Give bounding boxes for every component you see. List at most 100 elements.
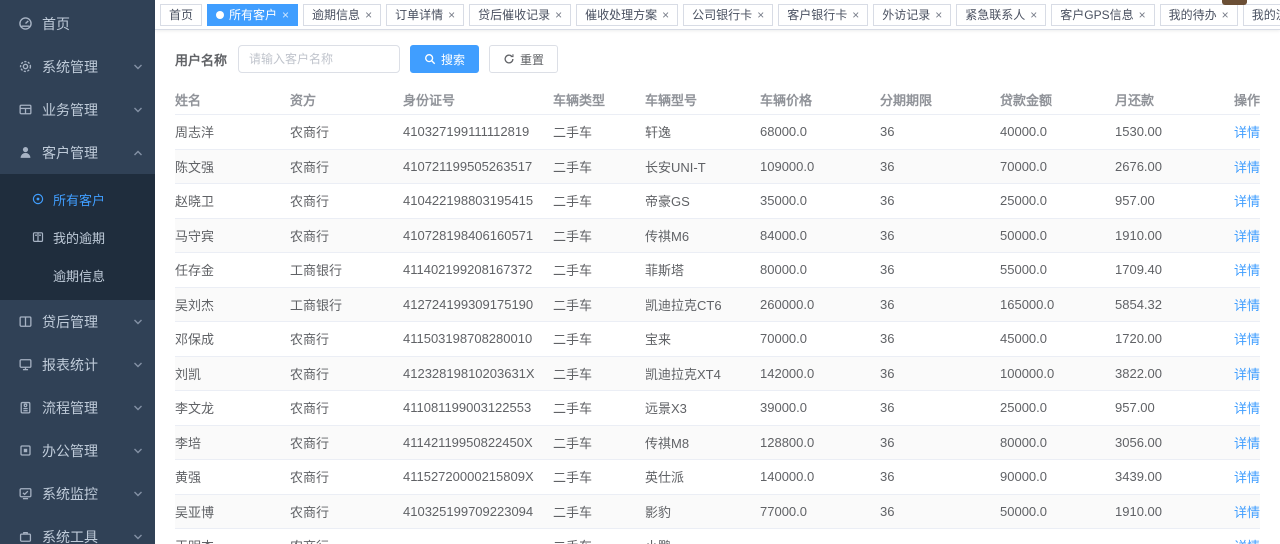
tab-emergency-contact[interactable]: 紧急联系人 × xyxy=(956,4,1046,26)
close-icon[interactable]: × xyxy=(935,9,942,21)
cell-vehicle-price: 80000.0 xyxy=(760,253,880,288)
customer-name-input[interactable] xyxy=(238,45,400,73)
tab-home[interactable]: 首页 xyxy=(160,4,202,26)
avatar[interactable] xyxy=(1222,0,1247,5)
close-icon[interactable]: × xyxy=(757,9,764,21)
search-label: 用户名称 xyxy=(175,50,227,69)
tab-label: 客户银行卡 xyxy=(787,6,847,23)
cell-funder: 农商行 xyxy=(290,322,403,357)
cell-monthly-payment: 3056.00 xyxy=(1115,426,1220,461)
cell-id-number: 411503198708280010 xyxy=(403,322,553,357)
sidebar-item-flow[interactable]: 流程管理 xyxy=(0,386,155,429)
cell-vehicle-price: 142000.0 xyxy=(760,357,880,392)
detail-link[interactable]: 详情 xyxy=(1234,332,1260,347)
overdue-icon xyxy=(31,230,45,244)
cell-loan-amount: 90000.0 xyxy=(1000,460,1115,495)
detail-link[interactable]: 详情 xyxy=(1234,505,1260,520)
close-icon[interactable]: × xyxy=(662,9,669,21)
cell-vehicle-type: 二手车 xyxy=(553,460,645,495)
chevron-down-icon xyxy=(133,105,143,115)
cell-vehicle-price xyxy=(760,529,880,544)
detail-link[interactable]: 详情 xyxy=(1234,263,1260,278)
sidebar-item-business[interactable]: 业务管理 xyxy=(0,88,155,131)
column-header: 分期期限 xyxy=(880,85,1000,115)
table-row: 刘凯农商行41232819810203631X二手车凯迪拉克XT4142000.… xyxy=(175,357,1260,392)
detail-link[interactable]: 详情 xyxy=(1234,539,1260,544)
tab-overdue-info[interactable]: 逾期信息× xyxy=(303,4,381,26)
sidebar-item-customer[interactable]: 客户管理 xyxy=(0,131,155,174)
tab-my-todo[interactable]: 我的待办× xyxy=(1160,4,1238,26)
cell-vehicle-type: 二手车 xyxy=(553,357,645,392)
close-icon[interactable]: × xyxy=(852,9,859,21)
chevron-down-icon xyxy=(133,360,143,370)
close-icon[interactable]: × xyxy=(448,9,455,21)
sidebar-item-home[interactable]: 首页 xyxy=(0,2,155,45)
cell-name: 马守宾 xyxy=(175,219,290,254)
close-icon[interactable]: × xyxy=(282,9,289,21)
detail-link[interactable]: 详情 xyxy=(1234,470,1260,485)
customer-table-wrap: 姓名资方身份证号车辆类型车辆型号车辆价格分期期限贷款金额月还款操作 周志洋农商行… xyxy=(155,85,1280,544)
tab-label: 紧急联系人 xyxy=(965,6,1025,23)
tab-collection-plan[interactable]: 催收处理方案× xyxy=(576,4,678,26)
reset-button[interactable]: 重置 xyxy=(489,45,558,73)
cell-actions: 详情 xyxy=(1220,253,1260,288)
loan-icon xyxy=(18,314,33,329)
tab-customer-gps[interactable]: 客户GPS信息× xyxy=(1051,4,1154,26)
tab-visit-record[interactable]: 外访记录× xyxy=(873,4,951,26)
sidebar-item-system[interactable]: 系统管理 xyxy=(0,45,155,88)
detail-link[interactable]: 详情 xyxy=(1234,125,1260,140)
cell-loan-amount: 80000.0 xyxy=(1000,426,1115,461)
cell-funder: 农商行 xyxy=(290,460,403,495)
close-icon[interactable]: × xyxy=(365,9,372,21)
sidebar-item-tools[interactable]: 系统工具 xyxy=(0,515,155,544)
tab-label: 所有客户 xyxy=(229,6,277,23)
close-icon[interactable]: × xyxy=(555,9,562,21)
content: 用户名称 搜索 重置 xyxy=(155,30,1280,544)
sidebar-item-monitor[interactable]: 系统监控 xyxy=(0,472,155,515)
sidebar-item-report[interactable]: 报表统计 xyxy=(0,343,155,386)
detail-link[interactable]: 详情 xyxy=(1234,401,1260,416)
detail-link[interactable]: 详情 xyxy=(1234,194,1260,209)
cell-actions: 详情 xyxy=(1220,495,1260,530)
cell-funder: 农商行 xyxy=(290,495,403,530)
sidebar-item-my-overdue[interactable]: 我的逾期 xyxy=(0,218,155,256)
detail-link[interactable]: 详情 xyxy=(1234,229,1260,244)
detail-link[interactable]: 详情 xyxy=(1234,160,1260,175)
cell-actions: 详情 xyxy=(1220,184,1260,219)
sidebar-item-office[interactable]: 办公管理 xyxy=(0,429,155,472)
sidebar-item-post-loan[interactable]: 贷后管理 xyxy=(0,300,155,343)
column-header: 车辆价格 xyxy=(760,85,880,115)
cell-periods: 36 xyxy=(880,322,1000,357)
tab-all-customers[interactable]: 所有客户 × xyxy=(207,4,298,26)
search-button[interactable]: 搜索 xyxy=(410,45,479,73)
tab-label: 订单详情 xyxy=(395,6,443,23)
detail-link[interactable]: 详情 xyxy=(1234,436,1260,451)
tab-collection-record[interactable]: 贷后催收记录× xyxy=(469,4,571,26)
gear-icon xyxy=(18,59,33,74)
sidebar-item-all-customers[interactable]: 所有客户 xyxy=(0,180,155,218)
detail-link[interactable]: 详情 xyxy=(1234,298,1260,313)
cell-periods: 36 xyxy=(880,391,1000,426)
tab-order-detail[interactable]: 订单详情 × xyxy=(386,4,464,26)
cell-periods xyxy=(880,529,1000,544)
cell-actions: 详情 xyxy=(1220,288,1260,323)
cell-actions: 详情 xyxy=(1220,357,1260,392)
sidebar-item-label: 办公管理 xyxy=(42,441,98,461)
close-icon[interactable]: × xyxy=(1030,9,1037,21)
close-icon[interactable]: × xyxy=(1139,9,1146,21)
tab-company-bank-card[interactable]: 公司银行卡× xyxy=(683,4,773,26)
sidebar-item-overdue-info[interactable]: 逾期信息 xyxy=(0,256,155,294)
tab-customer-bank-card[interactable]: 客户银行卡 × xyxy=(778,4,868,26)
cell-actions: 详情 xyxy=(1220,529,1260,544)
cell-monthly-payment: 1709.40 xyxy=(1115,253,1220,288)
cell-name: 吴刘杰 xyxy=(175,288,290,323)
close-icon[interactable]: × xyxy=(1222,9,1229,21)
cell-vehicle-type: 二手车 xyxy=(553,288,645,323)
detail-link[interactable]: 详情 xyxy=(1234,367,1260,382)
tab-my-flow[interactable]: 我的流程× xyxy=(1243,4,1280,26)
cell-vehicle-type: 二手车 xyxy=(553,529,645,544)
table-row: 吴亚博农商行410325199709223094二手车影豹77000.03650… xyxy=(175,495,1260,530)
cell-loan-amount: 50000.0 xyxy=(1000,495,1115,530)
cell-loan-amount: 100000.0 xyxy=(1000,357,1115,392)
sidebar-item-label: 系统监控 xyxy=(42,484,98,504)
